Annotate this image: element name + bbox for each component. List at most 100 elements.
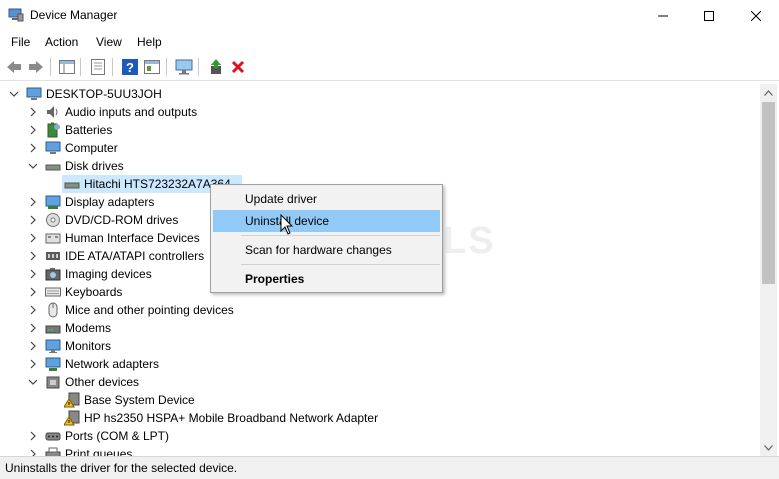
- tree-row[interactable]: Audio inputs and outputs: [0, 103, 760, 121]
- expand-arrow-icon[interactable]: [27, 124, 39, 136]
- close-button[interactable]: [733, 0, 779, 31]
- title-bar: Device Manager: [0, 0, 779, 31]
- view-pane-icon: [144, 60, 160, 74]
- monitor-icon: [45, 339, 61, 353]
- expand-arrow-icon[interactable]: [27, 106, 39, 118]
- expand-arrow-icon[interactable]: [27, 340, 39, 352]
- uninstall-device-button[interactable]: [228, 57, 248, 77]
- help-button[interactable]: ?: [120, 57, 140, 77]
- context-uninstall-device[interactable]: Uninstall device: [213, 210, 440, 232]
- expand-arrow-icon[interactable]: [27, 250, 39, 262]
- expand-arrow-icon[interactable]: [27, 268, 39, 280]
- properties-button[interactable]: [88, 57, 108, 77]
- menu-file[interactable]: File: [11, 35, 30, 49]
- svg-text:?: ?: [126, 60, 134, 75]
- expand-arrow-icon[interactable]: [27, 322, 39, 334]
- device-manager-icon: [8, 8, 24, 22]
- expand-arrow-icon[interactable]: [27, 304, 39, 316]
- forward-button[interactable]: [26, 57, 46, 77]
- tree-row[interactable]: HP hs2350 HSPA+ Mobile Broadband Network…: [0, 409, 760, 427]
- tree-row-label: Imaging devices: [65, 267, 152, 281]
- update-driver-button[interactable]: [206, 57, 226, 77]
- tree-row[interactable]: Monitors: [0, 337, 760, 355]
- hid-icon: [45, 233, 61, 244]
- tree-row-label: Audio inputs and outputs: [65, 105, 198, 119]
- tree-row-label: Monitors: [65, 339, 112, 353]
- tree-row-label: Batteries: [65, 123, 113, 137]
- properties-sheet-icon: [91, 59, 105, 75]
- expand-arrow-icon[interactable]: [27, 232, 39, 244]
- warning-device-icon: [64, 410, 80, 426]
- menu-help[interactable]: Help: [137, 35, 162, 49]
- expand-arrow-icon[interactable]: [27, 214, 39, 226]
- collapse-arrow-icon[interactable]: [27, 376, 39, 388]
- context-update-driver[interactable]: Update driver: [213, 188, 440, 210]
- minimize-button[interactable]: [640, 0, 686, 31]
- collapse-arrow-icon[interactable]: [8, 88, 20, 100]
- scan-hardware-button[interactable]: [174, 57, 194, 77]
- toolbar: ?: [0, 53, 779, 81]
- tree-row-label: Ports (COM & LPT): [65, 429, 170, 443]
- scroll-up-button[interactable]: [760, 84, 777, 101]
- tree-row[interactable]: Batteries: [0, 121, 760, 139]
- tree-row-label: Computer: [65, 141, 118, 155]
- tree-row[interactable]: Disk drives: [0, 157, 760, 175]
- tree-row[interactable]: Computer: [0, 139, 760, 157]
- tree-row-label: Mice and other pointing devices: [65, 303, 234, 317]
- expand-arrow-icon[interactable]: [27, 142, 39, 154]
- dvd-drive-icon: [46, 213, 60, 227]
- tree-row-label: Human Interface Devices: [65, 231, 200, 245]
- context-scan-hardware[interactable]: Scan for hardware changes: [213, 239, 440, 261]
- help-question-icon: ?: [122, 59, 138, 75]
- tree-row[interactable]: Modems: [0, 319, 760, 337]
- delete-x-icon: [231, 60, 245, 74]
- forward-arrow-icon: [29, 61, 43, 73]
- menu-action[interactable]: Action: [45, 35, 78, 49]
- computer-icon: [26, 87, 42, 100]
- back-button[interactable]: [4, 57, 24, 77]
- toolbar-separator: [166, 58, 167, 76]
- tree-row-label: DVD/CD-ROM drives: [65, 213, 179, 227]
- ide-controller-icon: [46, 252, 60, 260]
- tree-row[interactable]: Other devices: [0, 373, 760, 391]
- view-toggle-button[interactable]: [142, 57, 162, 77]
- scroll-thumb[interactable]: [762, 102, 775, 284]
- toolbar-separator: [50, 58, 51, 76]
- tree-row[interactable]: Ports (COM & LPT): [0, 427, 760, 445]
- keyboard-icon: [45, 287, 61, 297]
- tree-row-label: Modems: [65, 321, 112, 335]
- expand-arrow-icon[interactable]: [27, 430, 39, 442]
- maximize-button[interactable]: [686, 0, 732, 31]
- update-driver-icon: [211, 59, 221, 74]
- tree-root-label: DESKTOP-5UU3JOH: [46, 87, 162, 101]
- tree-row[interactable]: Base System Device: [0, 391, 760, 409]
- tree-root-row[interactable]: DESKTOP-5UU3JOH: [0, 85, 760, 103]
- mouse-icon: [48, 302, 58, 318]
- maximize-icon: [704, 10, 714, 21]
- context-menu: Update driver Uninstall device Scan for …: [210, 184, 443, 293]
- speaker-icon: [47, 106, 58, 118]
- tree-row[interactable]: Network adapters: [0, 355, 760, 373]
- show-hide-console-tree-button[interactable]: [57, 57, 77, 77]
- expand-arrow-icon[interactable]: [27, 286, 39, 298]
- port-icon: [45, 432, 61, 441]
- expand-arrow-icon[interactable]: [27, 196, 39, 208]
- toolbar-separator: [112, 58, 113, 76]
- tree-row-label: Disk drives: [65, 159, 124, 173]
- other-devices-icon: [46, 376, 60, 389]
- collapse-arrow-icon[interactable]: [27, 160, 39, 172]
- disk-drive-icon: [64, 182, 80, 189]
- tree-row-label: Other devices: [65, 375, 140, 389]
- expand-arrow-icon[interactable]: [27, 358, 39, 370]
- tree-row[interactable]: Mice and other pointing devices: [0, 301, 760, 319]
- vertical-scrollbar[interactable]: [760, 84, 777, 456]
- tree-row-label: Network adapters: [65, 357, 160, 371]
- window-title: Device Manager: [30, 8, 118, 22]
- menu-view[interactable]: View: [96, 35, 122, 49]
- scroll-down-button[interactable]: [760, 439, 777, 456]
- tree-row[interactable]: Print queues: [0, 445, 760, 456]
- expand-arrow-icon[interactable]: [27, 448, 39, 456]
- status-text: Uninstalls the driver for the selected d…: [5, 461, 238, 475]
- context-properties[interactable]: Properties: [213, 268, 440, 290]
- close-icon: [751, 10, 761, 21]
